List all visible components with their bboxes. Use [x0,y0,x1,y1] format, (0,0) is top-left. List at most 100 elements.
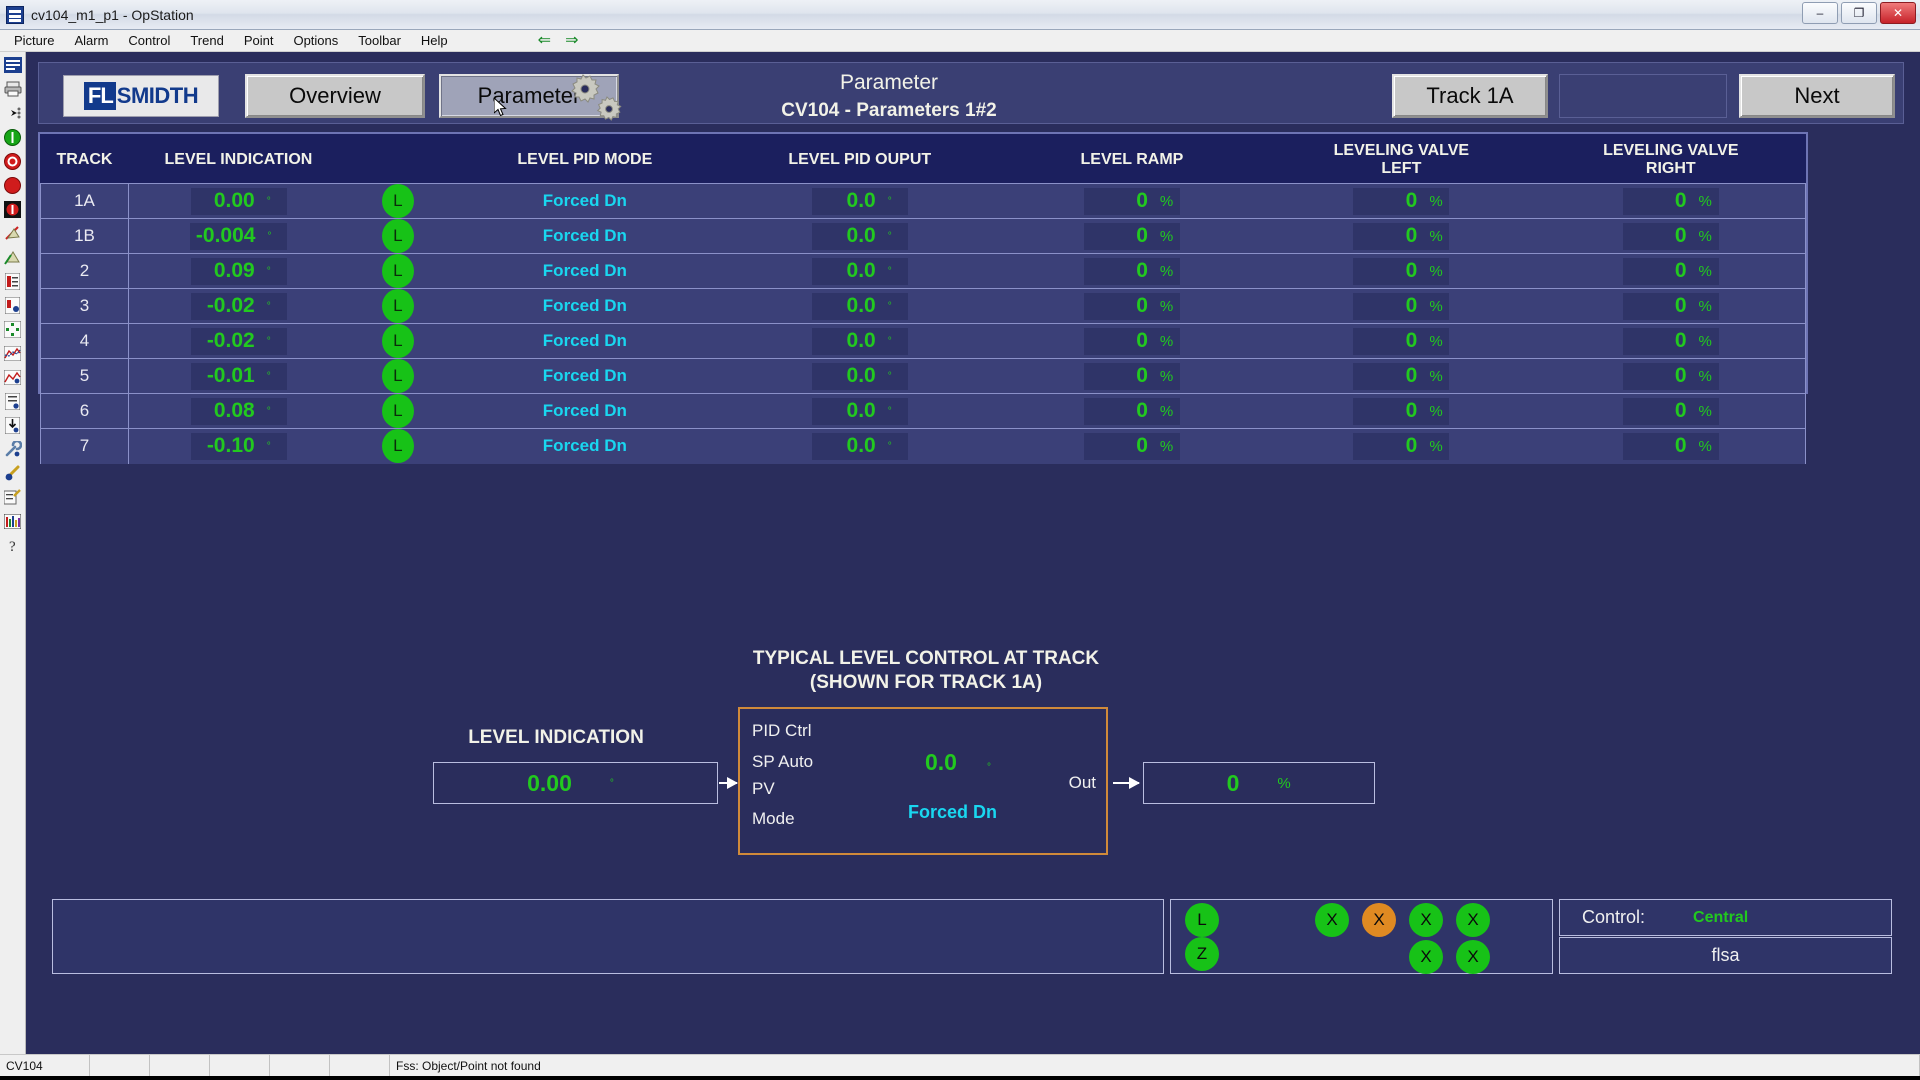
menu-options[interactable]: Options [283,31,348,50]
save-icon[interactable] [3,415,23,435]
cell-led[interactable]: L [348,288,448,324]
cell-level-ramp[interactable]: 0% [997,218,1267,254]
indicator-x-5[interactable]: X [1409,940,1443,974]
cell-pid-output[interactable]: 0.0 ° [722,323,998,359]
menu-trend[interactable]: Trend [180,31,233,50]
cell-pid-mode[interactable]: Forced Dn [447,358,723,394]
cell-valve-right[interactable]: 0% [1536,358,1807,394]
cell-pid-output[interactable]: 0.0 ° [722,288,998,324]
document-icon[interactable] [3,391,23,411]
cell-valve-right[interactable]: 0% [1536,393,1807,429]
cell-valve-left[interactable]: 0% [1266,218,1537,254]
close-button[interactable]: ✕ [1880,2,1916,24]
alarm-banner-panel[interactable] [52,899,1164,974]
menu-toolbar[interactable]: Toolbar [348,31,411,50]
cell-level-indication[interactable]: -0.10 ° [128,428,349,464]
cell-pid-mode[interactable]: Forced Dn [447,253,723,289]
cell-level-indication[interactable]: -0.004 ° [128,218,349,254]
cell-pid-output[interactable]: 0.0 ° [722,358,998,394]
navigate-icon[interactable] [3,103,23,123]
cell-valve-right[interactable]: 0% [1536,183,1807,219]
cell-level-indication[interactable]: -0.02 ° [128,323,349,359]
cell-pid-mode[interactable]: Forced Dn [447,428,723,464]
forward-arrow-icon[interactable]: ⇒ [565,32,578,49]
menu-point[interactable]: Point [234,31,284,50]
cell-valve-left[interactable]: 0% [1266,253,1537,289]
cell-pid-mode[interactable]: Forced Dn [447,323,723,359]
cell-pid-mode[interactable]: Forced Dn [447,393,723,429]
indicator-x-4[interactable]: X [1456,903,1490,937]
indicator-z[interactable]: Z [1185,937,1219,971]
pid-controller-box[interactable]: PID Ctrl SP Auto PV Mode 0.0 ° Forced Dn… [738,707,1108,855]
indicator-x-3[interactable]: X [1409,903,1443,937]
cell-valve-right[interactable]: 0% [1536,323,1807,359]
print-icon[interactable] [3,79,23,99]
menu-control[interactable]: Control [118,31,180,50]
alarm-acknowledge-icon[interactable] [3,127,23,147]
cell-led[interactable]: L [348,253,448,289]
menu-help[interactable]: Help [411,31,458,50]
cell-led[interactable]: L [348,218,448,254]
cell-valve-left[interactable]: 0% [1266,183,1537,219]
cell-led[interactable]: L [348,323,448,359]
cell-pid-mode[interactable]: Forced Dn [447,218,723,254]
cell-led[interactable]: L [348,428,448,464]
cell-valve-right[interactable]: 0% [1536,428,1807,464]
cell-level-ramp[interactable]: 0% [997,358,1267,394]
configure-icon[interactable] [3,439,23,459]
maximize-button[interactable]: ❐ [1841,2,1877,24]
user-row[interactable]: flsa [1559,937,1892,974]
back-arrow-icon[interactable]: ⇐ [538,32,551,49]
cell-level-indication[interactable]: -0.02 ° [128,288,349,324]
cell-pid-mode[interactable]: Forced Dn [447,183,723,219]
cell-led[interactable]: L [348,183,448,219]
cell-valve-left[interactable]: 0% [1266,358,1537,394]
point-detail-icon[interactable] [3,319,23,339]
track-selector-button[interactable]: Track 1A [1392,74,1548,118]
alarm-stop-icon[interactable] [3,151,23,171]
indicator-x-1[interactable]: X [1315,903,1349,937]
cell-level-indication[interactable]: -0.01 ° [128,358,349,394]
pick-point-icon[interactable] [3,463,23,483]
minimize-button[interactable]: – [1802,2,1838,24]
report-icon[interactable] [3,271,23,291]
bar-display-icon[interactable] [3,511,23,531]
cell-level-ramp[interactable]: 0% [997,428,1267,464]
overview-button[interactable]: Overview [245,74,425,118]
blank-button[interactable] [1559,74,1727,118]
help-icon[interactable]: ? [3,535,23,555]
picture-icon[interactable] [3,55,23,75]
pid-output-box[interactable]: 0 % [1143,762,1375,804]
menu-alarm[interactable]: Alarm [64,31,118,50]
control-mode-row[interactable]: Control: Central [1559,899,1892,936]
cell-valve-right[interactable]: 0% [1536,288,1807,324]
cell-level-indication[interactable]: 0.08 ° [128,393,349,429]
cell-led[interactable]: L [348,358,448,394]
alarm-silence-icon[interactable] [3,175,23,195]
report-detail-icon[interactable] [3,295,23,315]
indicator-x-6[interactable]: X [1456,940,1490,974]
cell-valve-right[interactable]: 0% [1536,253,1807,289]
cell-level-ramp[interactable]: 0% [997,323,1267,359]
cell-level-indication[interactable]: 0.09 ° [128,253,349,289]
cell-pid-output[interactable]: 0.0 ° [722,183,998,219]
alarm-unack-icon[interactable] [3,223,23,243]
cell-valve-left[interactable]: 0% [1266,393,1537,429]
cell-valve-left[interactable]: 0% [1266,288,1537,324]
cell-valve-left[interactable]: 0% [1266,323,1537,359]
trend-point-icon[interactable] [3,367,23,387]
cell-valve-left[interactable]: 0% [1266,428,1537,464]
menu-picture[interactable]: Picture [4,31,64,50]
cell-level-ramp[interactable]: 0% [997,393,1267,429]
next-button[interactable]: Next [1739,74,1895,118]
indicator-x-2[interactable]: X [1362,903,1396,937]
cell-pid-mode[interactable]: Forced Dn [447,288,723,324]
alarm-disable-icon[interactable] [3,199,23,219]
cell-level-ramp[interactable]: 0% [997,183,1267,219]
cell-led[interactable]: L [348,393,448,429]
cell-pid-output[interactable]: 0.0 ° [722,253,998,289]
indicator-l[interactable]: L [1185,903,1219,937]
cell-level-ramp[interactable]: 0% [997,288,1267,324]
alarm-bell-icon[interactable] [3,247,23,267]
cell-pid-output[interactable]: 0.0 ° [722,428,998,464]
